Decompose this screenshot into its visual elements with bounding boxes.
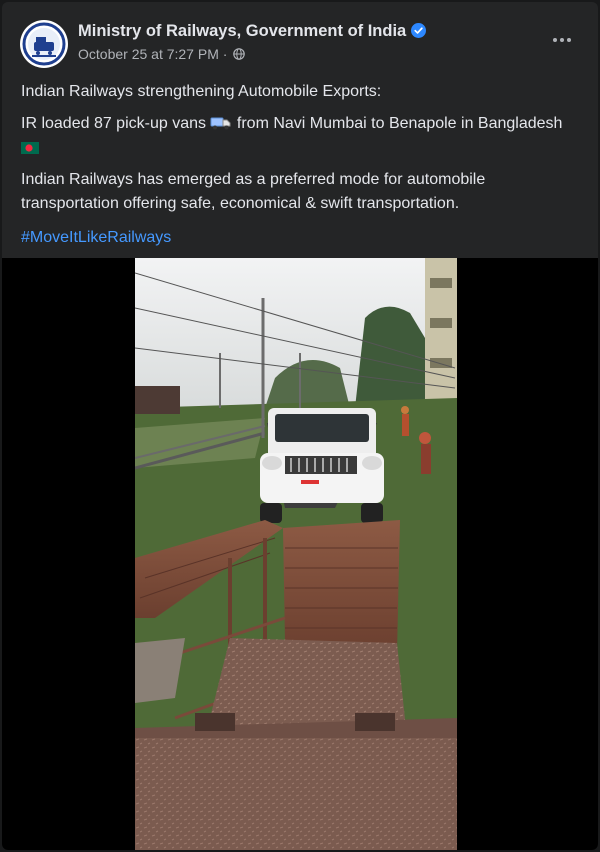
post-timestamp[interactable]: October 25 at 7:27 PM (78, 46, 219, 62)
bangladesh-flag-icon (21, 142, 39, 154)
video-still-image (135, 258, 457, 850)
post-headline: Indian Railways strengthening Automobile… (21, 83, 382, 100)
globe-icon[interactable] (233, 48, 246, 60)
truck-emoji-icon (210, 117, 231, 130)
page-name-link[interactable]: Ministry of Railways, Government of Indi… (78, 22, 406, 40)
indian-railways-logo-icon (21, 21, 67, 67)
meta-separator: · (222, 46, 228, 62)
video-player[interactable] (2, 258, 598, 850)
hashtag-link[interactable]: #MoveItLikeRailways (21, 229, 171, 246)
dot (560, 38, 564, 42)
verified-badge-icon (411, 23, 427, 38)
page-avatar[interactable] (20, 20, 68, 68)
loaded-suffix: from Navi Mumbai to Benapole in Banglade… (236, 115, 563, 132)
facebook-post: Ministry of Railways, Government of Indi… (2, 2, 598, 850)
hashtag-row: #MoveItLikeRailways (21, 226, 581, 250)
more-options-icon[interactable] (546, 28, 578, 52)
loaded-prefix: IR loaded 87 pick-up vans (21, 115, 206, 132)
post-meta: October 25 at 7:27 PM · (78, 46, 246, 62)
post-loaded-line: IR loaded 87 pick-up vans from Navi Mumb… (21, 112, 581, 160)
dot (567, 38, 571, 42)
post-description: Indian Railways has emerged as a preferr… (21, 171, 486, 212)
post-header: Ministry of Railways, Government of Indi… (2, 2, 598, 72)
video-frame (135, 258, 457, 850)
post-text: Indian Railways strengthening Automobile… (21, 80, 581, 258)
page-name-row: Ministry of Railways, Government of Indi… (78, 22, 427, 41)
dot (553, 38, 557, 42)
